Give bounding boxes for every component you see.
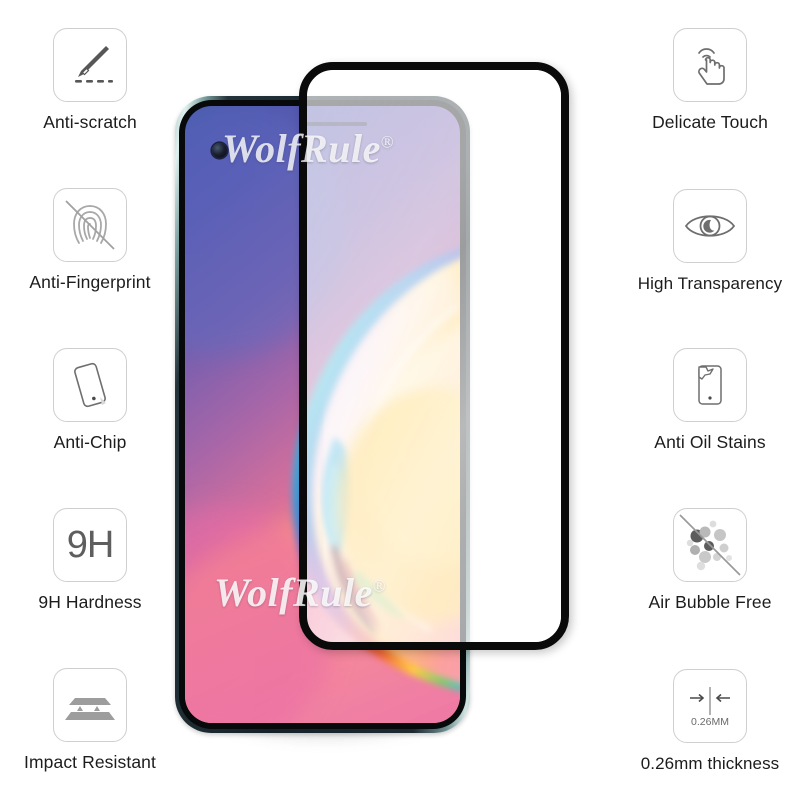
- feature-delicate-touch: Delicate Touch: [620, 0, 800, 160]
- feature-anti-oil-stains: Anti Oil Stains: [620, 320, 800, 480]
- eye-icon: [673, 188, 747, 263]
- feature-label: Impact Resistant: [24, 752, 156, 773]
- feature-anti-chip: Anti-Chip: [0, 320, 180, 480]
- front-camera-punch-hole: [212, 143, 227, 158]
- bubbles-crossed-icon: [673, 508, 747, 583]
- glass-offscreen-area: [477, 70, 561, 642]
- tempered-glass-screen-protector: [299, 62, 569, 650]
- feature-label: 9H Hardness: [38, 592, 142, 613]
- feature-air-bubble-free: Air Bubble Free: [620, 480, 800, 640]
- tilted-phone-icon: [53, 348, 127, 423]
- feature-label: Delicate Touch: [652, 112, 768, 133]
- feature-label: Anti-scratch: [43, 112, 137, 133]
- phone-oil-splash-icon: [673, 348, 747, 423]
- feature-label: Anti-Fingerprint: [29, 272, 151, 293]
- feature-thickness: 0.26MM 0.26mm thickness: [620, 640, 800, 800]
- feature-anti-fingerprint: Anti-Fingerprint: [0, 160, 180, 320]
- feature-label: Air Bubble Free: [648, 592, 772, 613]
- product-feature-image: Anti-scratch Anti-Fingerprint Anti-Chip …: [0, 0, 800, 800]
- 9h-icon-text: 9H: [66, 524, 115, 567]
- fingerprint-crossed-icon: [53, 188, 127, 263]
- feature-label: 0.26mm thickness: [640, 753, 780, 773]
- feature-column-right: Delicate Touch High Transparency Anti Oi…: [620, 0, 800, 800]
- thickness-icon-text: 0.26MM: [691, 716, 729, 728]
- feature-anti-scratch: Anti-scratch: [0, 0, 180, 160]
- feature-high-transparency: High Transparency: [620, 160, 800, 320]
- feature-column-left: Anti-scratch Anti-Fingerprint Anti-Chip …: [0, 0, 180, 800]
- knife-scratch-icon: [53, 28, 127, 103]
- layered-plates-icon: [53, 668, 127, 743]
- touch-hand-icon: [673, 28, 747, 103]
- feature-impact-resistant: Impact Resistant: [0, 640, 180, 800]
- feature-label: Anti-Chip: [53, 432, 127, 453]
- feature-label: Anti Oil Stains: [654, 432, 766, 453]
- 9h-text-icon: 9H: [53, 508, 127, 583]
- feature-label: High Transparency: [637, 273, 783, 293]
- feature-9h-hardness: 9H 9H Hardness: [0, 480, 180, 640]
- thickness-arrows-icon: 0.26MM: [673, 668, 747, 743]
